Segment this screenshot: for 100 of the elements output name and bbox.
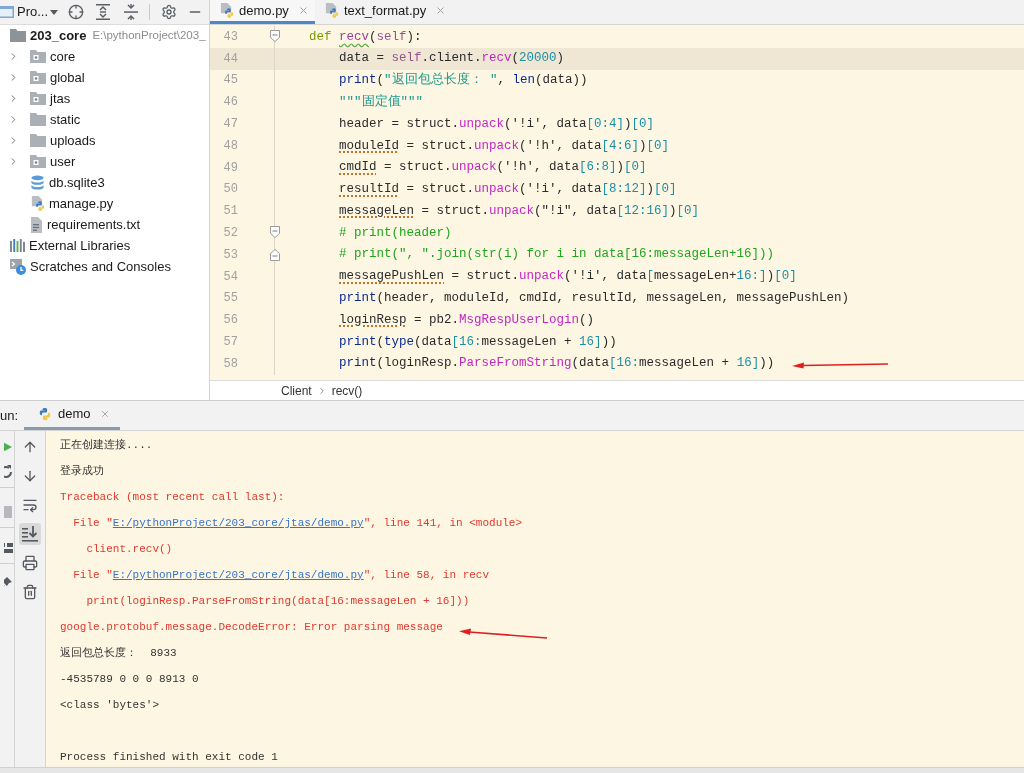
code-line: # print(", ".join(str(i) for i in data[16:messageLen+16])) bbox=[339, 246, 775, 264]
console-line: File "E:/pythonProject/203_core/jtas/demo.py", line 141, in <module> bbox=[73, 515, 523, 531]
line-number: 48 bbox=[223, 137, 238, 155]
console-line: 登录成功 bbox=[60, 463, 104, 479]
line-number: 58 bbox=[223, 355, 238, 373]
rerun-icon[interactable] bbox=[4, 464, 14, 480]
console-line: Process finished with exit code 1 bbox=[60, 749, 278, 765]
line-number: 49 bbox=[223, 159, 238, 177]
collapse-all-icon[interactable] bbox=[124, 4, 139, 20]
folder-icon bbox=[30, 113, 46, 126]
tree-item[interactable]: 203_core E:\pythonProject\203_ bbox=[10, 25, 206, 46]
line-number: 47 bbox=[223, 116, 238, 134]
line-number: 57 bbox=[223, 334, 238, 352]
code-line: print(header, moduleId, cmdId, resultId, messageLen, messagePushLen) bbox=[339, 290, 850, 308]
console-line: 正在创建连接.... bbox=[60, 437, 153, 453]
arrow-down-icon bbox=[22, 468, 38, 484]
arrow-up-icon bbox=[22, 439, 38, 455]
python-icon bbox=[38, 407, 53, 421]
line-number: 53 bbox=[223, 246, 238, 264]
code-line: print(type(data[16:messageLen + 16])) bbox=[339, 333, 617, 351]
folder-icon bbox=[30, 134, 46, 147]
line-number: 56 bbox=[223, 312, 238, 330]
project-path: E:\pythonProject\203_ bbox=[92, 27, 206, 43]
code-line: loginResp = pb2.MsgRespUserLogin() bbox=[339, 311, 595, 329]
python-file-icon bbox=[323, 3, 339, 18]
line-number: 54 bbox=[223, 268, 238, 286]
crosshair-icon[interactable] bbox=[68, 4, 85, 20]
code-line: print(loginResp.ParseFromString(data[16:messageLen + 16])) bbox=[339, 355, 775, 373]
expand-all-icon[interactable] bbox=[96, 4, 111, 20]
soft-wrap-icon bbox=[22, 497, 38, 513]
panel-title: un: bbox=[0, 406, 19, 425]
text-file-icon bbox=[30, 216, 43, 233]
layout-icon[interactable] bbox=[4, 540, 14, 556]
line-number: 51 bbox=[223, 203, 238, 221]
python-file-icon bbox=[219, 3, 234, 18]
breadcrumb-item[interactable]: Client bbox=[281, 381, 312, 400]
caret-down-icon bbox=[50, 9, 59, 15]
fold-marker-icon[interactable] bbox=[270, 226, 280, 239]
close-icon[interactable] bbox=[435, 5, 447, 16]
line-number: 44 bbox=[223, 50, 238, 68]
package-folder-icon bbox=[30, 155, 46, 168]
code-line: # print(header) bbox=[339, 224, 452, 242]
python-file-icon bbox=[30, 196, 45, 211]
file-link[interactable]: E:/pythonProject/203_core/jtas/demo.py bbox=[112, 568, 364, 581]
console-line: <class 'bytes'> bbox=[60, 697, 160, 713]
scratches-icon bbox=[10, 258, 26, 275]
tree-item[interactable]: db.sqlite3 bbox=[8, 172, 105, 193]
editor-tab[interactable]: text_format.py bbox=[314, 0, 453, 24]
code-line: print("返回包总长度： ", len(data)) bbox=[339, 71, 588, 90]
code-line: cmdId = struct.unpack('!h', data[6:8])[0] bbox=[339, 159, 647, 177]
console-line: -4535789 0 0 0 8913 0 bbox=[60, 671, 199, 687]
code-line: moduleId = struct.unpack('!h', data[4:6])[0] bbox=[339, 137, 670, 155]
close-icon[interactable] bbox=[297, 5, 309, 16]
code-line: """固定值""" bbox=[339, 93, 423, 111]
database-icon bbox=[30, 175, 45, 190]
code-line: messageLen = struct.unpack("!i", data[12:16])[0] bbox=[339, 202, 700, 220]
tree-item[interactable]: user bbox=[8, 151, 76, 172]
package-folder-icon bbox=[30, 92, 46, 105]
tree-item[interactable]: Scratches and Consoles bbox=[10, 256, 171, 277]
close-icon[interactable] bbox=[99, 409, 110, 419]
scroll-to-end-icon bbox=[22, 526, 38, 542]
breadcrumb-item[interactable]: recv() bbox=[331, 381, 363, 400]
tree-item[interactable]: manage.py bbox=[8, 193, 114, 214]
fold-marker-icon[interactable] bbox=[270, 248, 280, 261]
print-icon bbox=[22, 555, 38, 571]
tree-item[interactable]: External Libraries bbox=[10, 235, 131, 256]
line-number: 46 bbox=[223, 94, 238, 112]
editor-tab[interactable]: demo.py bbox=[210, 0, 315, 24]
tree-item[interactable]: global bbox=[8, 67, 85, 88]
code-line: header = struct.unpack('!i', data[0:4])[0] bbox=[339, 115, 655, 133]
line-number: 50 bbox=[223, 181, 238, 199]
console-line: client.recv() bbox=[86, 541, 173, 557]
tree-item[interactable]: uploads bbox=[8, 130, 96, 151]
tree-item[interactable]: jtas bbox=[8, 88, 71, 109]
tree-item[interactable]: static bbox=[8, 109, 81, 130]
package-folder-icon bbox=[30, 71, 46, 84]
console-line: google.protobuf.message.DecodeError: Error parsing message bbox=[60, 619, 443, 635]
package-folder-icon bbox=[30, 50, 46, 63]
toolbar-button[interactable] bbox=[19, 523, 41, 545]
tree-item[interactable]: core bbox=[8, 46, 76, 67]
library-icon bbox=[10, 239, 25, 252]
console-line: Traceback (most recent call last): bbox=[60, 489, 285, 505]
line-number: 43 bbox=[223, 28, 238, 46]
code-line: resultId = struct.unpack('!i', data[8:12])[0] bbox=[339, 181, 677, 199]
tree-item[interactable]: requirements.txt bbox=[8, 214, 141, 235]
code-line: messagePushLen = struct.unpack('!i', data[messageLen+16:])[0] bbox=[339, 268, 797, 286]
console-line: 返回包总长度： 8933 bbox=[60, 645, 177, 661]
folder-icon bbox=[10, 29, 26, 42]
settings-icon[interactable] bbox=[161, 4, 178, 20]
file-link[interactable]: E:/pythonProject/203_core/jtas/demo.py bbox=[112, 516, 364, 529]
code-line: def recv(self): bbox=[309, 28, 422, 46]
fold-marker-icon[interactable] bbox=[270, 30, 280, 42]
console-line: print(loginResp.ParseFromString(data[16:messageLen + 16])) bbox=[86, 593, 470, 609]
line-number: 52 bbox=[223, 225, 238, 243]
line-number: 45 bbox=[223, 72, 238, 90]
console-line: File "E:/pythonProject/203_core/jtas/demo.py", line 58, in recv bbox=[73, 567, 490, 583]
line-number: 55 bbox=[223, 290, 238, 308]
code-line: data = self.client.recv(20000) bbox=[339, 50, 565, 68]
trash-icon bbox=[22, 584, 38, 600]
project-view-dropdown[interactable]: Pro... bbox=[17, 2, 59, 22]
